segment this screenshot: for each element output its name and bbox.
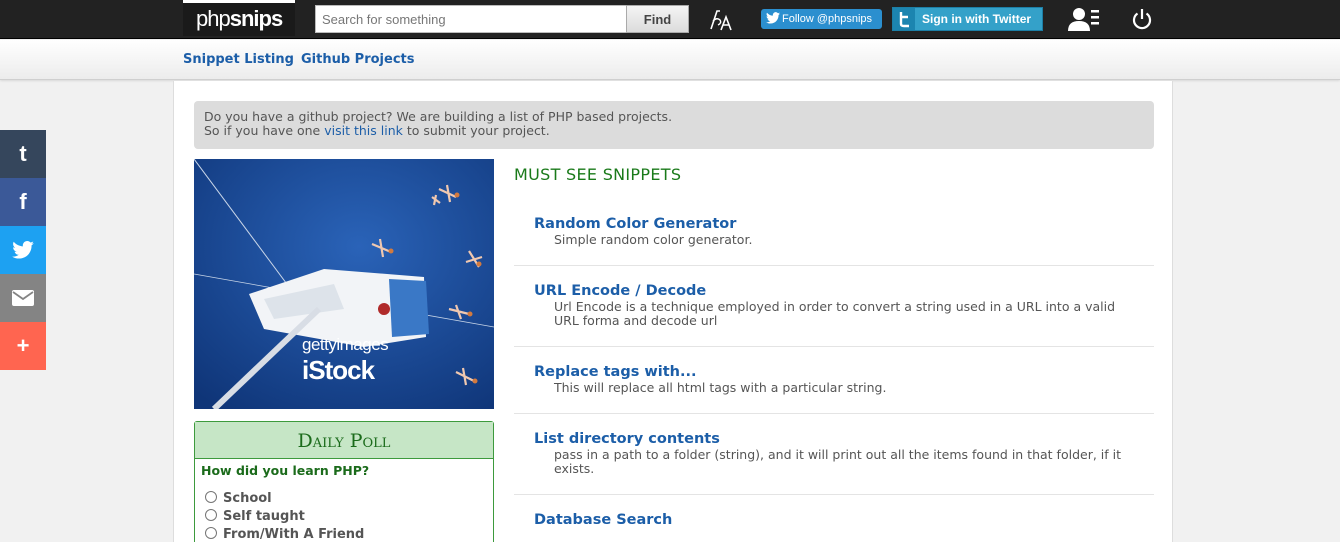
snippet-description: Url Encode is a technique employed in or… (554, 299, 1116, 328)
sign-in-twitter-button[interactable]: Sign in with Twitter (892, 7, 1043, 31)
snippet-link[interactable]: Database Search (534, 512, 1134, 529)
poll-option[interactable]: From/With A Friend (205, 526, 493, 542)
ad-brand-istock: iStock (302, 355, 375, 385)
find-button[interactable]: Find (626, 5, 689, 33)
nav-snippet-listing[interactable]: Snippet Listing (183, 52, 294, 67)
notice-line-2: So if you have one visit this link to su… (204, 123, 550, 138)
poll-question: How did you learn PHP? (201, 463, 370, 478)
poll-option[interactable]: Self taught (205, 508, 493, 526)
poll-radio[interactable] (205, 527, 217, 539)
snippet-description: This will replace all html tags with a p… (554, 380, 887, 395)
snippet-link[interactable]: URL Encode / Decode (534, 283, 1134, 300)
poll-option[interactable]: School (205, 490, 493, 508)
list-item: Random Color Generator Simple random col… (514, 199, 1154, 266)
tumblr-icon[interactable]: t (0, 130, 46, 178)
sub-navigation: Snippet Listing Github Projects (0, 40, 1340, 80)
user-menu-icon[interactable] (1068, 7, 1100, 31)
visit-link[interactable]: visit this link (324, 123, 403, 138)
list-item: URL Encode / Decode Url Encode is a tech… (514, 266, 1154, 347)
logo-light: php (196, 6, 231, 31)
poll-radio[interactable] (205, 509, 217, 521)
notice-line-1: Do you have a github project? We are bui… (204, 109, 673, 124)
snippet-link[interactable]: Replace tags with... (534, 364, 1134, 381)
power-icon[interactable] (1131, 8, 1153, 30)
twitter-t-icon (893, 8, 915, 30)
list-item: Database Search (514, 495, 1154, 542)
main-content: Do you have a github project? We are bui… (173, 81, 1173, 542)
snippet-description: pass in a path to a folder (string), and… (554, 447, 1121, 476)
facebook-icon[interactable]: f (0, 178, 46, 226)
must-see-heading: MUST SEE SNIPPETS (514, 165, 682, 184)
poll-radio[interactable] (205, 491, 217, 503)
github-notice: Do you have a github project? We are bui… (194, 101, 1154, 149)
daily-poll: Daily Poll How did you learn PHP? School… (194, 421, 494, 542)
top-bar: phpsnips Find Follow @phpsnips Sign in w… (0, 0, 1340, 39)
snippet-link[interactable]: Random Color Generator (534, 216, 1134, 233)
poll-title: Daily Poll (195, 422, 493, 459)
snippet-description: Simple random color generator. (554, 232, 753, 247)
social-share-bar: t f + (0, 130, 46, 370)
follow-twitter-button[interactable]: Follow @phpsnips (761, 9, 882, 29)
plus-icon[interactable]: + (0, 322, 46, 370)
nav-github-projects[interactable]: Github Projects (301, 52, 414, 67)
twitter-bird-icon (766, 12, 780, 24)
list-item: List directory contents pass in a path t… (514, 414, 1154, 495)
snippet-list: Random Color Generator Simple random col… (514, 199, 1154, 542)
advertisement-image[interactable]: gettyimages iStock (194, 159, 494, 409)
list-item: Replace tags with... This will replace a… (514, 347, 1154, 414)
site-logo[interactable]: phpsnips (183, 0, 295, 36)
search-input[interactable] (315, 5, 627, 33)
snippet-link[interactable]: List directory contents (534, 431, 1134, 448)
follow-label: Follow @phpsnips (782, 13, 873, 25)
ad-brand-getty: gettyimages (302, 335, 389, 354)
twitter-icon[interactable] (0, 226, 46, 274)
twitter-bird-glyph (12, 241, 34, 259)
font-size-icon[interactable] (708, 7, 734, 33)
logo-bold: snips (229, 6, 283, 31)
email-icon[interactable] (0, 274, 46, 322)
envelope-glyph (12, 290, 34, 306)
sign-in-label: Sign in with Twitter (922, 12, 1032, 26)
